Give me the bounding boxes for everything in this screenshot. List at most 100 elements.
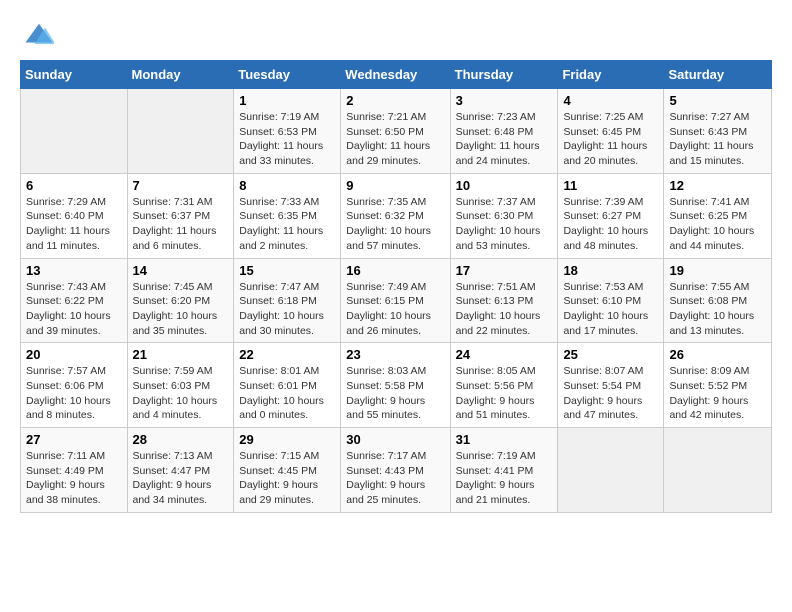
logo <box>20 20 54 50</box>
week-row-2: 6Sunrise: 7:29 AM Sunset: 6:40 PM Daylig… <box>21 173 772 258</box>
day-number: 4 <box>563 93 658 108</box>
header-cell-sunday: Sunday <box>21 61 128 89</box>
day-cell: 7Sunrise: 7:31 AM Sunset: 6:37 PM Daylig… <box>127 173 234 258</box>
day-info: Sunrise: 7:15 AM Sunset: 4:45 PM Dayligh… <box>239 449 335 508</box>
day-cell: 5 Sunrise: 7:27 AM Sunset: 6:43 PM Daylig… <box>664 89 772 174</box>
day-cell: 12 Sunrise: 7:41 AM Sunset: 6:25 PM Dayli… <box>664 173 772 258</box>
calendar-table: SundayMondayTuesdayWednesdayThursdayFrid… <box>20 60 772 513</box>
week-row-1: 1 Sunrise: 7:19 AM Sunset: 6:53 PM Daylig… <box>21 89 772 174</box>
day-number: 23 <box>346 347 444 362</box>
day-cell: 25 Sunrise: 8:07 AM Sunset: 5:54 PM Dayli… <box>558 343 664 428</box>
day-number: 20 <box>26 347 122 362</box>
day-number: 30 <box>346 432 444 447</box>
day-cell: 27 Sunrise: 7:11 AM Sunset: 4:49 PM Dayli… <box>21 428 128 513</box>
day-number: 29 <box>239 432 335 447</box>
day-number: 2 <box>346 93 444 108</box>
day-cell: 9 Sunrise: 7:35 AM Sunset: 6:32 PM Daylig… <box>341 173 450 258</box>
day-cell: 6Sunrise: 7:29 AM Sunset: 6:40 PM Daylig… <box>21 173 128 258</box>
day-cell: 22Sunrise: 8:01 AM Sunset: 6:01 PM Dayli… <box>234 343 341 428</box>
day-cell: 30 Sunrise: 7:17 AM Sunset: 4:43 PM Dayli… <box>341 428 450 513</box>
day-info: Sunrise: 8:03 AM Sunset: 5:58 PM Dayligh… <box>346 364 444 423</box>
day-info: Sunrise: 7:19 AM Sunset: 4:41 PM Dayligh… <box>456 449 553 508</box>
day-number: 11 <box>563 178 658 193</box>
day-number: 18 <box>563 263 658 278</box>
day-info: Sunrise: 7:37 AM Sunset: 6:30 PM Dayligh… <box>456 195 553 254</box>
day-cell: 8Sunrise: 7:33 AM Sunset: 6:35 PM Daylig… <box>234 173 341 258</box>
day-cell: 26 Sunrise: 8:09 AM Sunset: 5:52 PM Dayli… <box>664 343 772 428</box>
day-cell: 2 Sunrise: 7:21 AM Sunset: 6:50 PM Daylig… <box>341 89 450 174</box>
day-info: Sunrise: 7:17 AM Sunset: 4:43 PM Dayligh… <box>346 449 444 508</box>
day-info: Sunrise: 7:27 AM Sunset: 6:43 PM Dayligh… <box>669 110 766 169</box>
day-info: Sunrise: 7:11 AM Sunset: 4:49 PM Dayligh… <box>26 449 122 508</box>
day-info: Sunrise: 7:39 AM Sunset: 6:27 PM Dayligh… <box>563 195 658 254</box>
day-info: Sunrise: 7:43 AM Sunset: 6:22 PM Dayligh… <box>26 280 122 339</box>
day-number: 22 <box>239 347 335 362</box>
day-cell: 21Sunrise: 7:59 AM Sunset: 6:03 PM Dayli… <box>127 343 234 428</box>
day-cell: 1 Sunrise: 7:19 AM Sunset: 6:53 PM Daylig… <box>234 89 341 174</box>
day-cell: 29 Sunrise: 7:15 AM Sunset: 4:45 PM Dayli… <box>234 428 341 513</box>
day-info: Sunrise: 7:25 AM Sunset: 6:45 PM Dayligh… <box>563 110 658 169</box>
header-cell-saturday: Saturday <box>664 61 772 89</box>
day-cell: 31 Sunrise: 7:19 AM Sunset: 4:41 PM Dayli… <box>450 428 558 513</box>
day-cell: 13Sunrise: 7:43 AM Sunset: 6:22 PM Dayli… <box>21 258 128 343</box>
logo-icon <box>24 20 54 50</box>
day-cell: 4 Sunrise: 7:25 AM Sunset: 6:45 PM Daylig… <box>558 89 664 174</box>
day-info: Sunrise: 7:23 AM Sunset: 6:48 PM Dayligh… <box>456 110 553 169</box>
header-cell-monday: Monday <box>127 61 234 89</box>
day-info: Sunrise: 7:35 AM Sunset: 6:32 PM Dayligh… <box>346 195 444 254</box>
day-info: Sunrise: 7:47 AM Sunset: 6:18 PM Dayligh… <box>239 280 335 339</box>
day-number: 9 <box>346 178 444 193</box>
header <box>20 20 772 50</box>
day-info: Sunrise: 7:45 AM Sunset: 6:20 PM Dayligh… <box>133 280 229 339</box>
day-cell: 19 Sunrise: 7:55 AM Sunset: 6:08 PM Dayli… <box>664 258 772 343</box>
header-cell-tuesday: Tuesday <box>234 61 341 89</box>
day-cell: 3 Sunrise: 7:23 AM Sunset: 6:48 PM Daylig… <box>450 89 558 174</box>
day-number: 1 <box>239 93 335 108</box>
day-cell: 14Sunrise: 7:45 AM Sunset: 6:20 PM Dayli… <box>127 258 234 343</box>
day-info: Sunrise: 7:55 AM Sunset: 6:08 PM Dayligh… <box>669 280 766 339</box>
day-info: Sunrise: 7:57 AM Sunset: 6:06 PM Dayligh… <box>26 364 122 423</box>
day-info: Sunrise: 8:09 AM Sunset: 5:52 PM Dayligh… <box>669 364 766 423</box>
day-cell: 24Sunrise: 8:05 AM Sunset: 5:56 PM Dayli… <box>450 343 558 428</box>
day-cell: 16 Sunrise: 7:49 AM Sunset: 6:15 PM Dayli… <box>341 258 450 343</box>
day-info: Sunrise: 8:05 AM Sunset: 5:56 PM Dayligh… <box>456 364 553 423</box>
day-number: 3 <box>456 93 553 108</box>
day-info: Sunrise: 7:49 AM Sunset: 6:15 PM Dayligh… <box>346 280 444 339</box>
day-number: 31 <box>456 432 553 447</box>
day-number: 21 <box>133 347 229 362</box>
day-cell: 23 Sunrise: 8:03 AM Sunset: 5:58 PM Dayli… <box>341 343 450 428</box>
header-cell-friday: Friday <box>558 61 664 89</box>
day-number: 19 <box>669 263 766 278</box>
day-cell <box>127 89 234 174</box>
day-info: Sunrise: 8:07 AM Sunset: 5:54 PM Dayligh… <box>563 364 658 423</box>
day-number: 25 <box>563 347 658 362</box>
day-number: 16 <box>346 263 444 278</box>
day-cell: 17Sunrise: 7:51 AM Sunset: 6:13 PM Dayli… <box>450 258 558 343</box>
day-number: 26 <box>669 347 766 362</box>
day-cell <box>558 428 664 513</box>
day-info: Sunrise: 7:19 AM Sunset: 6:53 PM Dayligh… <box>239 110 335 169</box>
day-number: 12 <box>669 178 766 193</box>
day-info: Sunrise: 7:21 AM Sunset: 6:50 PM Dayligh… <box>346 110 444 169</box>
day-info: Sunrise: 7:41 AM Sunset: 6:25 PM Dayligh… <box>669 195 766 254</box>
header-cell-wednesday: Wednesday <box>341 61 450 89</box>
day-number: 27 <box>26 432 122 447</box>
day-number: 5 <box>669 93 766 108</box>
day-number: 28 <box>133 432 229 447</box>
day-number: 17 <box>456 263 553 278</box>
day-number: 6 <box>26 178 122 193</box>
day-cell: 11 Sunrise: 7:39 AM Sunset: 6:27 PM Dayli… <box>558 173 664 258</box>
day-cell: 15Sunrise: 7:47 AM Sunset: 6:18 PM Dayli… <box>234 258 341 343</box>
day-cell: 20 Sunrise: 7:57 AM Sunset: 6:06 PM Dayli… <box>21 343 128 428</box>
day-cell: 28 Sunrise: 7:13 AM Sunset: 4:47 PM Dayli… <box>127 428 234 513</box>
header-row: SundayMondayTuesdayWednesdayThursdayFrid… <box>21 61 772 89</box>
day-cell: 18 Sunrise: 7:53 AM Sunset: 6:10 PM Dayli… <box>558 258 664 343</box>
day-cell <box>664 428 772 513</box>
day-number: 7 <box>133 178 229 193</box>
day-number: 8 <box>239 178 335 193</box>
week-row-5: 27 Sunrise: 7:11 AM Sunset: 4:49 PM Dayli… <box>21 428 772 513</box>
week-row-3: 13Sunrise: 7:43 AM Sunset: 6:22 PM Dayli… <box>21 258 772 343</box>
day-info: Sunrise: 7:53 AM Sunset: 6:10 PM Dayligh… <box>563 280 658 339</box>
day-cell <box>21 89 128 174</box>
day-info: Sunrise: 7:13 AM Sunset: 4:47 PM Dayligh… <box>133 449 229 508</box>
